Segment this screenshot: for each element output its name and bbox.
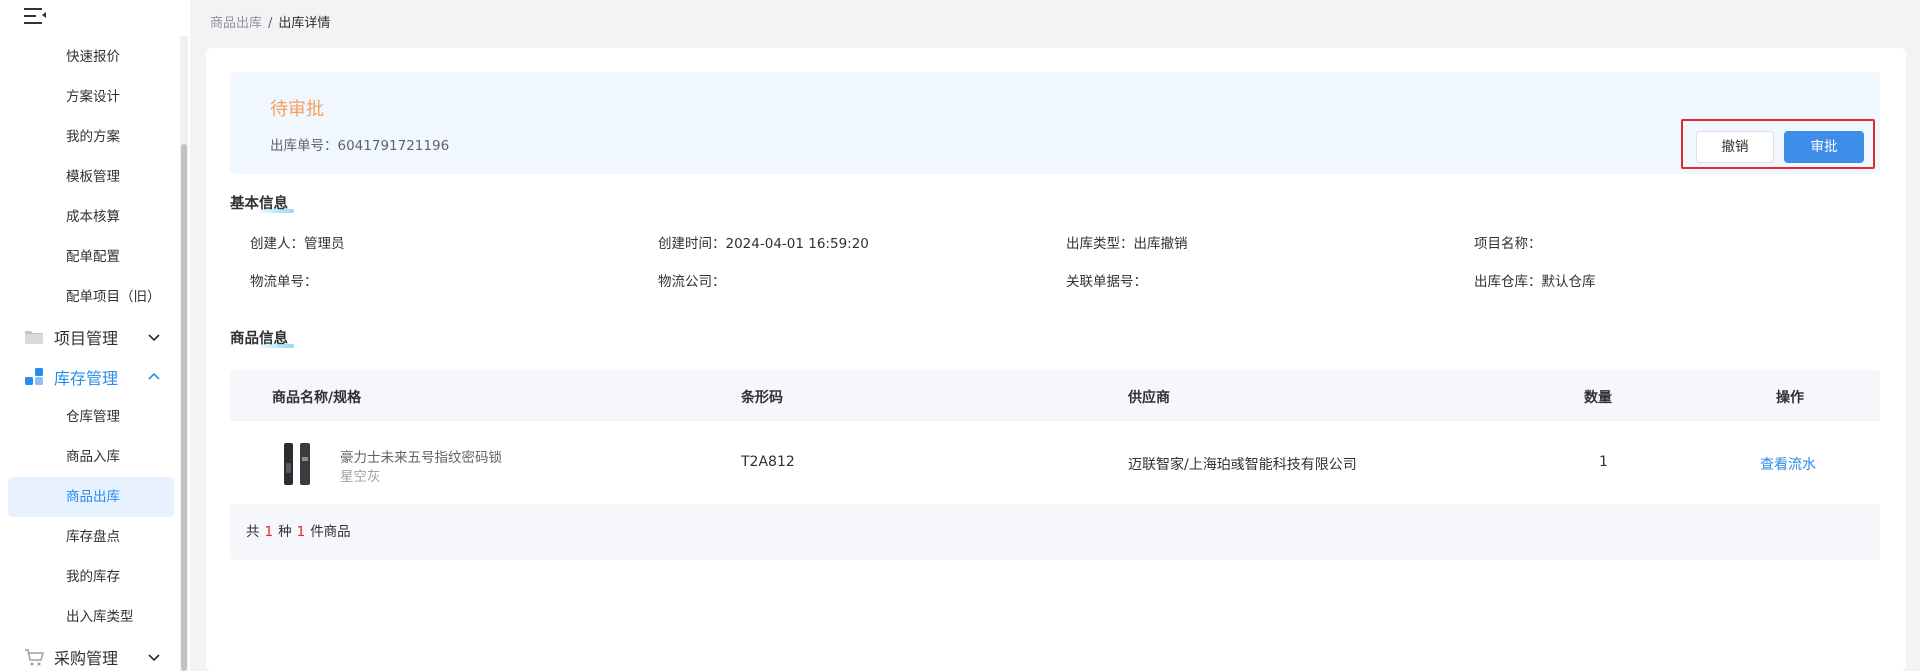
sidebar-group-label: 库存管理: [54, 369, 119, 388]
sidebar-item-inout-types[interactable]: 出入库类型: [66, 605, 134, 629]
table-footer-summary: 共 1 种 1 件商品: [246, 520, 351, 540]
status-title: 待审批: [270, 99, 324, 120]
goods-table: 商品名称/规格 条形码 供应商 数量 操作 豪力士未来五号指纹密码锁 星空灰 T…: [230, 370, 1880, 560]
sidebar-item-order-config[interactable]: 配单配置: [66, 245, 120, 269]
info-logistics-company: 物流公司：: [658, 270, 726, 290]
info-label: 创建人：: [250, 236, 304, 252]
sidebar-item-my-solutions[interactable]: 我的方案: [66, 125, 120, 149]
title-underline: [260, 209, 294, 213]
table-header: 商品名称/规格 条形码 供应商 数量 操作: [230, 370, 1880, 420]
sidebar-group-inventory[interactable]: 库存管理: [24, 363, 164, 391]
column-header-supplier: 供应商: [1128, 390, 1170, 406]
info-related-doc: 关联单据号：: [1066, 270, 1147, 290]
column-header-barcode: 条形码: [741, 390, 783, 406]
approve-button[interactable]: 审批: [1784, 131, 1864, 163]
info-value: 2024-04-01 16:59:20: [725, 236, 869, 252]
chevron-up-icon: [144, 367, 164, 387]
status-panel: 待审批 出库单号：6041791721196 撤销 审批: [230, 72, 1880, 174]
info-label: 创建时间：: [658, 236, 726, 252]
sidebar-item-cost-accounting[interactable]: 成本核算: [66, 205, 120, 229]
info-label: 出库仓库：: [1474, 274, 1542, 290]
goods-info-title: 商品信息: [230, 327, 294, 348]
summary-count: 1: [296, 524, 306, 540]
product-spec: 星空灰: [340, 469, 381, 485]
info-label: 物流单号：: [250, 274, 318, 290]
product-name: 豪力士未来五号指纹密码锁: [340, 450, 502, 466]
cart-icon: [24, 647, 44, 667]
basic-info-title: 基本信息: [230, 192, 294, 213]
cancel-button[interactable]: 撤销: [1696, 131, 1774, 163]
breadcrumb-current: 出库详情: [278, 16, 331, 31]
breadcrumb-parent[interactable]: 商品出库: [210, 16, 262, 31]
chevron-down-icon: [144, 327, 164, 347]
info-created-time: 创建时间：2024-04-01 16:59:20: [658, 232, 869, 252]
sidebar-item-goods-inbound[interactable]: 商品入库: [66, 445, 120, 469]
sidebar-item-order-project-old[interactable]: 配单项目（旧）: [66, 285, 161, 309]
title-underline: [260, 344, 294, 348]
column-header-name: 商品名称/规格: [272, 390, 362, 406]
sidebar-group-label: 项目管理: [54, 329, 119, 348]
menu-collapse-icon[interactable]: [24, 6, 46, 26]
info-label: 物流公司：: [658, 274, 726, 290]
info-warehouse: 出库仓库：默认仓库: [1474, 270, 1596, 290]
sidebar-group-purchase[interactable]: 采购管理: [24, 643, 164, 671]
info-logistics-no: 物流单号：: [250, 270, 318, 290]
sidebar-item-template-management[interactable]: 模板管理: [66, 165, 120, 189]
sidebar-item-warehouse-management[interactable]: 仓库管理: [66, 405, 120, 429]
summary-prefix: 共: [246, 524, 260, 540]
info-outbound-type: 出库类型：出库撤销: [1066, 232, 1188, 252]
info-value: 出库撤销: [1133, 236, 1188, 252]
sidebar-item-stocktaking[interactable]: 库存盘点: [66, 525, 120, 549]
breadcrumb: 商品出库 / 出库详情: [210, 12, 330, 31]
order-number-value: 6041791721196: [337, 138, 450, 154]
action-button-group: 撤销 审批: [1681, 119, 1875, 169]
view-flow-link[interactable]: 查看流水: [1760, 454, 1816, 474]
order-number: 出库单号：6041791721196: [270, 134, 449, 154]
sidebar-group-project[interactable]: 项目管理: [24, 323, 164, 351]
breadcrumb-separator: /: [268, 16, 273, 31]
sidebar-group-label: 采购管理: [54, 649, 119, 668]
folder-icon: [24, 327, 44, 347]
table-row: 豪力士未来五号指纹密码锁 星空灰 T2A812 迈联智家/上海珀彧智能科技有限公…: [230, 420, 1880, 504]
sidebar-item-goods-outbound[interactable]: 商品出库: [66, 485, 120, 509]
product-supplier: 迈联智家/上海珀彧智能科技有限公司: [1128, 457, 1357, 473]
column-header-action: 操作: [1776, 390, 1804, 406]
product-barcode: T2A812: [741, 454, 795, 470]
sidebar-item-quick-quote[interactable]: 快速报价: [66, 45, 120, 69]
product-quantity: 1: [1599, 454, 1608, 470]
chevron-down-icon: [144, 647, 164, 667]
summary-suffix: 件商品: [310, 524, 351, 540]
product-image: [280, 443, 314, 485]
info-label: 项目名称：: [1474, 236, 1542, 252]
column-header-quantity: 数量: [1584, 390, 1612, 406]
info-project-name: 项目名称：: [1474, 232, 1542, 252]
info-label: 出库类型：: [1066, 236, 1134, 252]
sidebar-item-my-inventory[interactable]: 我的库存: [66, 565, 120, 589]
sidebar-scrollbar-thumb[interactable]: [181, 144, 187, 671]
sidebar: 快速报价 方案设计 我的方案 模板管理 成本核算 配单配置 配单项目（旧） 项目…: [0, 0, 190, 671]
info-label: 关联单据号：: [1066, 274, 1147, 290]
sidebar-item-solution-design[interactable]: 方案设计: [66, 85, 120, 109]
inventory-icon: [24, 367, 44, 387]
summary-mid: 种: [278, 524, 292, 540]
info-value: 默认仓库: [1541, 274, 1596, 290]
info-creator: 创建人：管理员: [250, 232, 345, 252]
detail-card: 待审批 出库单号：6041791721196 撤销 审批 基本信息 创建人：管理…: [206, 48, 1906, 671]
info-value: 管理员: [304, 236, 345, 252]
order-number-label: 出库单号：: [270, 138, 338, 154]
summary-kinds: 1: [264, 524, 274, 540]
